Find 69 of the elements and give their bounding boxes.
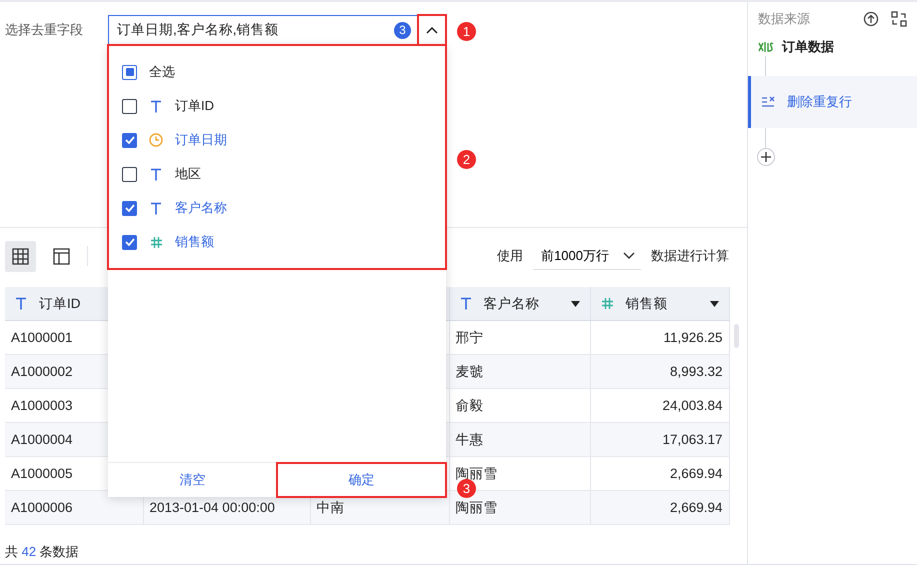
step-marker: 3 [457,479,476,498]
checkbox[interactable] [122,234,137,250]
table-cell: A1000003 [11,398,73,413]
option-label[interactable]: 订单ID [175,97,214,115]
upload-icon[interactable] [863,11,879,27]
layout-icon [53,248,70,264]
option-label[interactable]: 全选 [149,63,175,81]
option-label[interactable]: 客户名称 [175,199,227,217]
checkbox[interactable] [122,98,137,114]
table-cell: A1000004 [11,432,73,447]
table-cell: 2,669.94 [670,466,722,481]
text-type-icon [460,297,472,310]
text-type-icon [150,168,162,180]
swap-icon[interactable] [891,11,907,27]
checkbox[interactable] [122,200,137,216]
table-cell: 牛惠 [456,432,484,446]
text-type-icon [15,297,27,310]
sort-caret-icon[interactable] [570,300,580,306]
table-cell: 8,993.32 [670,364,722,379]
table-cell: 陶丽雪 [456,466,498,480]
hash-icon [150,236,162,248]
scrollbar[interactable] [734,324,739,348]
step-marker: 1 [457,22,476,41]
count-badge: 3 [394,22,411,38]
table-cell: 麦虢 [456,364,484,378]
source-name[interactable]: 订单数据 [782,38,834,56]
grid-icon [12,248,29,264]
table-cell: 2,669.94 [670,500,722,515]
table-cell: 邢宁 [456,330,484,344]
use-label: 使用 [497,247,524,265]
table-cell: A1000005 [11,466,73,481]
text-type-icon [150,202,162,214]
option-label[interactable]: 销售额 [175,233,214,251]
table-cell: 11,926.25 [663,330,722,345]
spreadsheet-icon [758,41,774,53]
checkbox[interactable] [122,132,137,148]
option-label[interactable]: 订单日期 [175,131,227,149]
table-cell: 陶丽雪 [456,500,498,514]
panel-title: 数据来源 [758,10,811,28]
checkbox[interactable] [122,64,137,80]
table-cell: 2013-01-04 00:00:00 [150,500,275,515]
table-cell: 17,063.17 [662,432,722,447]
table-cell: A1000006 [11,500,73,515]
hash-icon [600,297,614,310]
plus-icon [761,152,771,162]
table-cell: A1000001 [11,330,73,345]
collapse-button[interactable] [418,15,446,45]
dedupe-icon [761,96,775,108]
checkbox[interactable] [122,166,137,182]
step-item[interactable]: 删除重复行 [748,76,917,128]
confirm-button[interactable]: 确定 [277,463,446,497]
record-count: 共 42 条数据 [5,543,80,561]
select-field[interactable]: 订单日期,客户名称,销售额 3 [108,15,418,45]
option-label[interactable]: 地区 [175,165,201,183]
chevron-icon [623,252,635,260]
caret-icon [426,26,438,34]
clock-icon [149,133,163,147]
grid-view-button[interactable] [5,240,36,272]
table-cell: 俞毅 [456,398,484,412]
table-cell: 中南 [316,500,344,514]
table-cell: 24,003.84 [662,398,722,413]
text-type-icon [150,100,162,112]
table-cell: A1000002 [11,364,73,379]
sort-caret-icon[interactable] [710,300,718,306]
clear-button[interactable]: 清空 [108,463,277,497]
add-step-button[interactable] [757,148,775,166]
step-marker: 2 [457,150,476,169]
field-label: 选择去重字段 [5,21,84,39]
calc-label: 数据进行计算 [651,247,729,265]
